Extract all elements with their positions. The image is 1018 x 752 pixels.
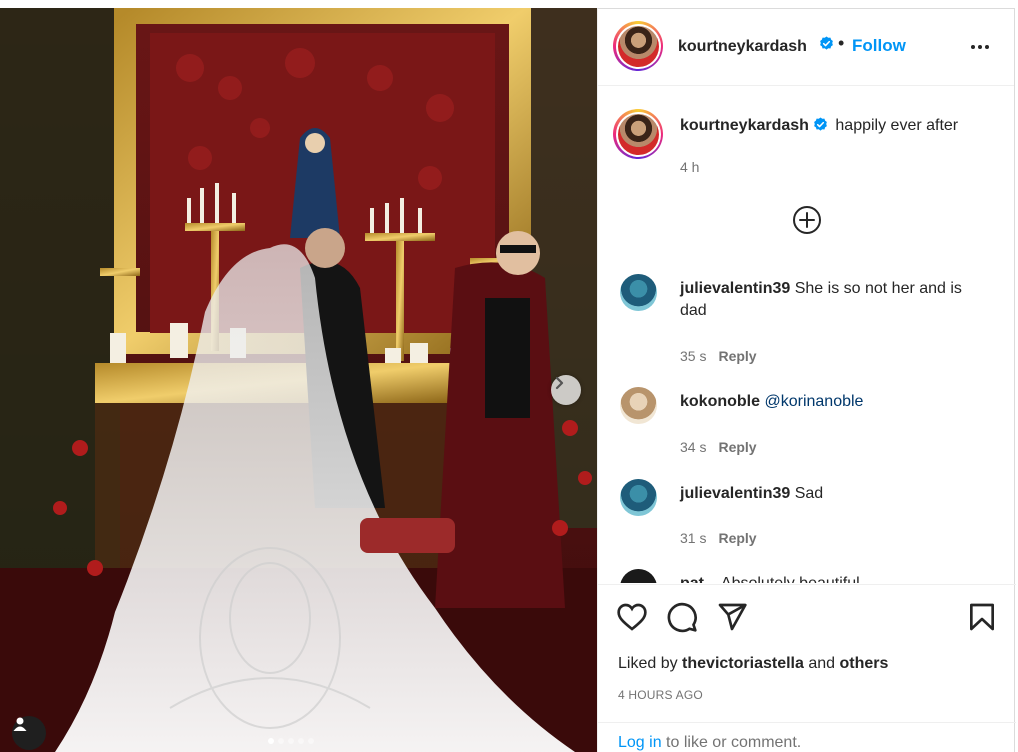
share-icon[interactable] (716, 601, 748, 633)
comment-time: 35 s (680, 348, 707, 364)
post-header: kourtneykardash • Follow (598, 9, 1014, 86)
follow-button[interactable]: Follow (852, 36, 906, 56)
more-icon (971, 45, 975, 49)
reply-button[interactable]: Reply (718, 348, 756, 364)
bookmark-icon[interactable] (966, 601, 998, 633)
comment-time: 31 s (680, 530, 707, 546)
commenter-avatar[interactable] (620, 387, 657, 424)
login-link[interactable]: Log in (618, 734, 662, 751)
comment-text: julievalentin39 She is so not her and is… (680, 278, 990, 322)
heart-icon[interactable] (616, 601, 648, 633)
chevron-right-icon (555, 376, 564, 390)
commenter-avatar[interactable] (620, 274, 657, 311)
caption-username[interactable]: kourtneykardash (680, 117, 809, 134)
post-actions: Liked by thevictoriastella and others 4 … (598, 584, 1016, 752)
likes-prefix: Liked by (618, 655, 678, 672)
likes-others[interactable]: others (839, 655, 888, 672)
likes-and: and (808, 655, 836, 672)
carousel-dot (308, 738, 314, 744)
likes-summary: Liked by thevictoriastella and others (618, 655, 888, 673)
comment-item: julievalentin39 Sad 31 s Reply (620, 479, 1000, 546)
carousel-dot (288, 738, 294, 744)
verified-badge-icon (820, 36, 833, 50)
commenter-username[interactable]: kokonoble (680, 393, 760, 410)
comment-text: julievalentin39 Sad (680, 483, 990, 505)
avatar-image (617, 25, 659, 67)
comment-mention[interactable]: @korinanoble (764, 393, 863, 410)
wedding-photo (0, 8, 597, 752)
comment-item: kokonoble @korinanoble 34 s Reply (620, 387, 1000, 455)
login-prompt: Log in to like or comment. (598, 722, 1016, 752)
comment-body: Absolutely beautiful ... (721, 575, 878, 583)
comment-body: Sad (794, 485, 824, 502)
tagged-users-button[interactable] (12, 716, 46, 750)
caption-time: 4 h (680, 159, 700, 175)
caption-body: happily ever after (835, 117, 959, 134)
comment-text: kokonoble @korinanoble (680, 391, 990, 413)
commenter-avatar[interactable] (620, 479, 657, 516)
comment-time: 34 s (680, 439, 707, 455)
carousel-dot (278, 738, 284, 744)
liked-by-user[interactable]: thevictoriastella (682, 655, 804, 672)
post-sidebar: kourtneykardash • Follow kourtneykardash… (597, 8, 1016, 752)
comment-text: pat... Absolutely beautiful ... (680, 573, 990, 583)
author-username[interactable]: kourtneykardash (678, 38, 807, 56)
comment-meta: 31 s Reply (680, 530, 757, 546)
caption-avatar[interactable] (613, 109, 663, 159)
caption-text: kourtneykardash happily ever after (680, 117, 958, 135)
separator-dot: • (838, 33, 845, 53)
comments-section[interactable]: kourtneykardash happily ever after 4 h j… (598, 87, 1016, 583)
comment-item: julievalentin39 She is so not her and is… (620, 274, 1000, 364)
next-slide-button[interactable] (551, 375, 581, 405)
carousel-indicator (268, 738, 314, 744)
plus-circle-icon[interactable] (792, 205, 822, 235)
post-media[interactable] (0, 8, 597, 752)
verified-badge (815, 36, 834, 54)
login-prompt-text: to like or comment. (666, 734, 802, 751)
reply-button[interactable]: Reply (718, 439, 756, 455)
comment-item-partial: pat... Absolutely beautiful ... (620, 569, 1000, 583)
commenter-username[interactable]: julievalentin39 (680, 280, 790, 297)
reply-button[interactable]: Reply (718, 530, 756, 546)
author-avatar[interactable] (613, 21, 663, 71)
more-options-button[interactable] (968, 37, 992, 57)
carousel-dot (268, 738, 274, 744)
commenter-username[interactable]: julievalentin39 (680, 485, 790, 502)
post-timestamp: 4 HOURS AGO (618, 688, 703, 702)
comment-meta: 34 s Reply (680, 439, 757, 455)
comment-meta: 35 s Reply (680, 348, 757, 364)
comment-icon[interactable] (666, 601, 698, 633)
user-tag-icon (13, 717, 27, 731)
commenter-username[interactable]: pat... (680, 575, 717, 583)
verified-badge-icon (814, 117, 827, 131)
commenter-avatar[interactable] (620, 569, 657, 583)
carousel-dot (298, 738, 304, 744)
avatar-image (617, 113, 659, 155)
